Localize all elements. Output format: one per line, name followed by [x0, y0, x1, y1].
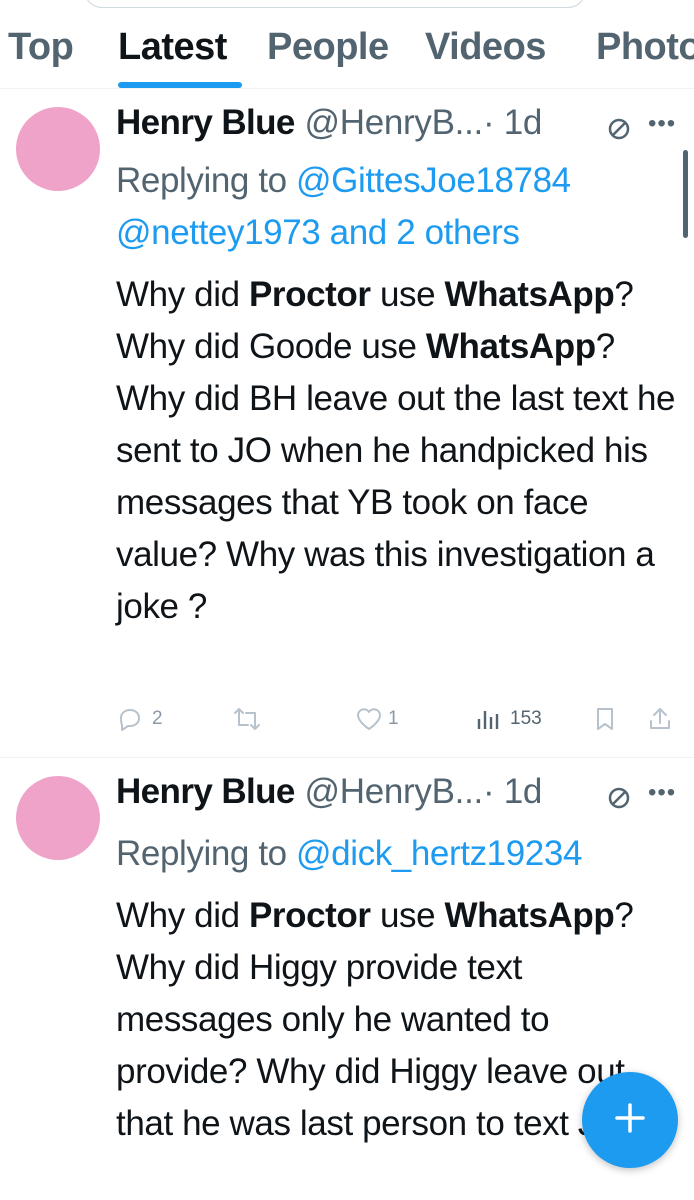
tweet-header: Henry Blue @HenryB...· 1d •••: [116, 772, 676, 816]
circle-slash-icon: [606, 780, 632, 809]
more-dots-icon[interactable]: •••: [648, 781, 676, 805]
highlight-term: WhatsApp: [444, 275, 615, 314]
tweet-text: Why did Proctor use WhatsApp? Why did Go…: [116, 269, 676, 633]
reply-button[interactable]: 2: [116, 699, 163, 739]
mention-link[interactable]: @nettey1973: [116, 213, 321, 252]
reply-context: Replying to @dick_hertz19234: [116, 828, 582, 880]
author-name[interactable]: Henry Blue: [116, 103, 295, 142]
views-bar-chart-icon: [474, 705, 502, 733]
text-segment: use: [370, 896, 445, 935]
highlight-term: Proctor: [248, 896, 371, 935]
view-count: 153: [510, 708, 542, 729]
bookmark-icon: [592, 705, 618, 733]
bookmark-button[interactable]: [592, 699, 618, 739]
highlight-term: WhatsApp: [444, 896, 615, 935]
highlight-term: Proctor: [248, 275, 371, 314]
tweet-time[interactable]: · 1d: [483, 772, 542, 811]
mention-link[interactable]: @dick_hertz19234: [296, 834, 582, 873]
tab-people[interactable]: People: [267, 26, 389, 69]
search-tabs: Top Latest People Videos Photos: [0, 0, 694, 89]
others-link[interactable]: and 2 others: [330, 213, 520, 252]
tweet[interactable]: Henry Blue @HenryB...· 1d ••• Replying t…: [0, 89, 694, 758]
highlight-term: WhatsApp: [425, 327, 596, 366]
text-segment: Why did: [116, 896, 249, 935]
text-segment: Why did: [116, 275, 249, 314]
replying-to-label: Replying to: [116, 161, 287, 200]
tweet-header: Henry Blue @HenryB...· 1d •••: [116, 103, 676, 147]
plus-icon: [613, 1101, 647, 1140]
tab-videos[interactable]: Videos: [425, 26, 546, 69]
circle-slash-icon: [606, 111, 632, 140]
share-icon: [646, 705, 674, 733]
like-count: 1: [388, 708, 399, 729]
avatar[interactable]: [16, 107, 100, 191]
tab-latest[interactable]: Latest: [118, 26, 227, 69]
text-segment: ? Why did BH leave out the last text he …: [116, 327, 676, 626]
retweet-button[interactable]: [232, 699, 262, 739]
author-handle[interactable]: @HenryB...: [305, 772, 484, 811]
active-tab-indicator: [118, 82, 242, 88]
more-dots-icon[interactable]: •••: [648, 112, 676, 136]
scrollbar[interactable]: [683, 150, 688, 238]
author-handle[interactable]: @HenryB...: [305, 103, 484, 142]
reply-context: Replying to @GittesJoe18784 @nettey1973 …: [116, 155, 571, 259]
heart-icon: [354, 705, 384, 733]
tweet-actions: 2 1 153: [116, 699, 676, 739]
share-button[interactable]: [646, 699, 674, 739]
compose-button[interactable]: [582, 1072, 678, 1168]
views-button[interactable]: 153: [474, 699, 542, 739]
text-segment: use: [370, 275, 445, 314]
reply-bubble-icon: [116, 705, 144, 733]
retweet-icon: [232, 705, 262, 733]
avatar[interactable]: [16, 776, 100, 860]
replying-to-label: Replying to: [116, 834, 287, 873]
like-button[interactable]: 1: [354, 699, 399, 739]
tab-top[interactable]: Top: [8, 26, 74, 69]
reply-count: 2: [152, 708, 163, 729]
tweet-time[interactable]: · 1d: [483, 103, 542, 142]
mention-link[interactable]: @GittesJoe18784: [296, 161, 571, 200]
tab-photos[interactable]: Photos: [596, 26, 694, 69]
author-name[interactable]: Henry Blue: [116, 772, 295, 811]
